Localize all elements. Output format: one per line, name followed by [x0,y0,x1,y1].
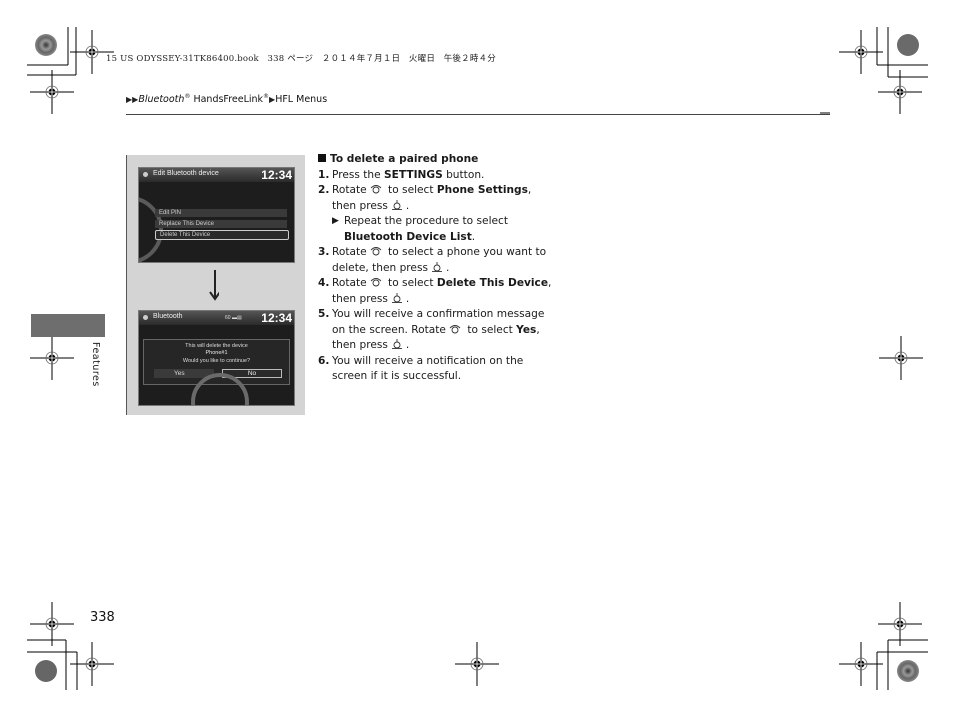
step-number: 1. [318,168,330,181]
color-target-bottom-right [897,660,919,682]
confirm-message-2: Would you like to continue? [182,358,251,364]
phone-icon [143,315,148,320]
step-text: to select [384,184,437,196]
menu-item-replace-device[interactable]: Replace This Device [155,220,287,228]
heading-text: To delete a paired phone [330,153,479,165]
step-text: Rotate [332,246,367,258]
instructions: To delete a paired phone 1. Press the SE… [318,152,558,385]
screen-clock: 12:34 [261,168,292,182]
menu-item-delete-device[interactable]: Delete This Device [155,230,289,240]
header-rule [126,114,830,115]
step-text: . [405,292,410,305]
settings-icon [143,172,148,177]
confirm-device-name: Phone#1 [205,350,228,356]
section-tab-label: Features [90,342,101,387]
breadcrumb-arrow-icon: ▶▶ [126,95,139,105]
screen-title: Bluetooth [153,313,183,320]
breadcrumb-hfl-menus[interactable]: HFL Menus [275,94,327,105]
step-text: to select [463,323,517,336]
screen-clock: 12:34 [261,311,292,325]
color-target-top-left [35,34,57,56]
screen-title: Edit Bluetooth device [153,170,219,177]
step-number: 2. [318,184,330,196]
step-number: 3. [318,246,330,258]
step-1: 1. Press the SETTINGS button. [318,168,558,184]
print-header-info: 15 US ODYSSEY-31TK86400.book 338 ページ ２０１… [106,54,496,64]
step-number: 6. [318,354,330,367]
bluetooth-device-list-label: Bluetooth Device List [344,230,472,243]
confirm-message-1: This will delete the device [185,343,248,349]
bluetooth-confirm-screen: Bluetooth 60 ▬▤ 12:34 This will delete t… [138,310,295,406]
interface-dial-rotate-icon [370,185,382,194]
step-text: . [405,339,410,351]
step-number: 5. [318,308,330,320]
step-5: 5. You will receive a confirmation messa… [318,307,558,354]
menu-item-edit-pin[interactable]: Edit PIN [155,209,287,217]
color-target-bottom-left [35,660,57,682]
delete-this-device-label: Delete This Device [436,277,549,289]
section-tab [31,314,105,337]
screen-illustration-panel: Edit Bluetooth device 12:34 Edit PIN Rep… [126,155,305,415]
step-text: Rotate [332,277,367,289]
interface-dial-press-icon [391,199,402,210]
step-2: 2. Rotate to select Phone Settings, then… [318,183,558,245]
bullet-square-icon [318,154,326,162]
step-text: Press the [332,168,385,181]
interface-dial-press-icon [391,292,402,303]
breadcrumb-handsfreelink[interactable]: HandsFreeLink [190,94,263,105]
yes-label: Yes [516,323,537,336]
step-text: . [445,261,450,274]
step-text: . [405,199,410,212]
step-2-note: ▶ Repeat the procedure to select Bluetoo… [332,214,558,245]
step-number: 4. [318,277,330,289]
step-text: button. [442,168,485,181]
note-text: Repeat the procedure to select [344,215,509,227]
step-3: 3. Rotate to select a phone you want to … [318,245,558,276]
down-arrow-icon [209,270,219,301]
step-text: Rotate [332,184,367,196]
edit-bluetooth-device-screen: Edit Bluetooth device 12:34 Edit PIN Rep… [138,167,295,263]
breadcrumb: ▶▶Bluetooth® HandsFreeLink®▶HFL Menus [126,93,327,105]
step-text: to select [384,277,437,289]
section-heading: To delete a paired phone [318,152,558,168]
phone-settings-label: Phone Settings [436,184,528,196]
page-number: 338 [90,610,115,625]
breadcrumb-bluetooth[interactable]: Bluetooth [138,94,184,105]
color-target-top-right [897,34,919,56]
step-4: 4. Rotate to select Delete This Device, … [318,276,558,307]
interface-dial-press-icon [431,261,442,272]
interface-dial-rotate-icon [449,324,461,333]
settings-button-label: SETTINGS [384,168,443,181]
note-text: . [471,230,476,243]
note-arrow-icon: ▶ [332,216,339,226]
interface-dial-rotate-icon [370,247,382,256]
step-text: You will receive a notification on the s… [332,354,524,383]
step-6: 6. You will receive a notification on th… [318,354,558,385]
interface-dial-rotate-icon [370,278,382,287]
status-indicators: 60 ▬▤ [225,315,242,321]
interface-dial-press-icon [391,339,402,349]
